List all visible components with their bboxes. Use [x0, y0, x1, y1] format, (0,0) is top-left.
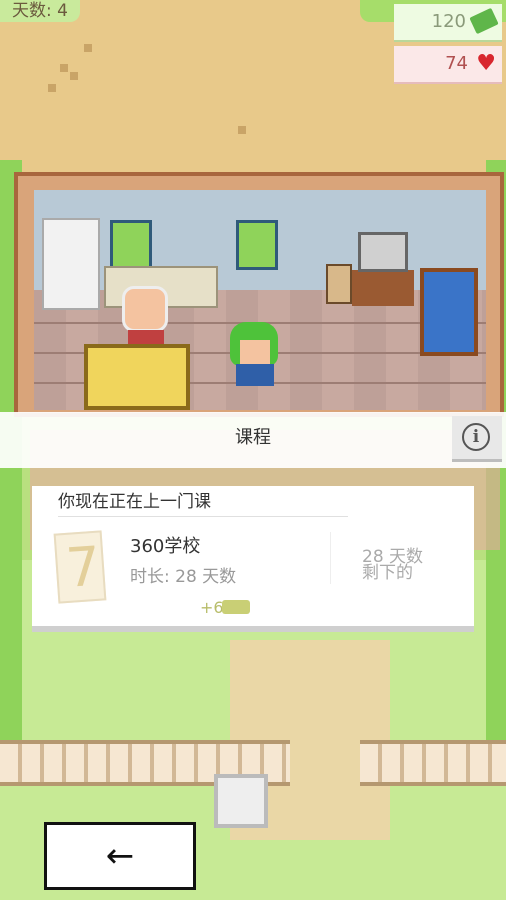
window	[236, 220, 278, 270]
fence-right	[360, 740, 506, 786]
player-body	[236, 364, 274, 386]
card-heading: 你现在正在上一门课	[58, 492, 211, 512]
health-display: 74 ♥	[394, 46, 502, 82]
money-icon	[469, 7, 499, 35]
money-display: 120	[394, 4, 502, 40]
window	[110, 220, 152, 270]
divider	[58, 516, 348, 517]
heart-icon: ♥	[476, 51, 496, 76]
gamepad-icon	[222, 600, 250, 614]
days-left-label: 剩下的	[362, 563, 413, 583]
table	[84, 344, 190, 410]
dirt-speck	[70, 72, 78, 80]
divider	[330, 532, 331, 584]
course-header: 课程 i	[0, 412, 506, 468]
fridge	[42, 218, 100, 310]
back-arrow-icon: ←	[105, 836, 135, 876]
school-name: 360学校	[130, 536, 201, 557]
document-icon: 7	[53, 530, 107, 604]
desk	[352, 270, 414, 306]
course-duration: 时长: 28 天数	[130, 567, 237, 587]
day-counter: 天数: 4	[0, 0, 80, 22]
money-value: 120	[431, 11, 466, 32]
bed	[420, 268, 478, 356]
teacher-npc[interactable]	[122, 286, 168, 332]
course-title: 课程	[235, 427, 271, 448]
health-value: 74	[445, 53, 468, 74]
dirt-speck	[238, 126, 246, 134]
cabinet	[326, 264, 352, 304]
info-icon: i	[462, 423, 490, 451]
document-icon-glyph: 7	[63, 534, 103, 600]
mailbox-sign[interactable]	[214, 774, 268, 828]
computer	[358, 232, 408, 272]
player-face	[240, 340, 270, 364]
current-course-card[interactable]: 你现在正在上一门课 7 360学校 时长: 28 天数 28 天数 剩下的 +6	[32, 486, 474, 632]
info-button[interactable]: i	[452, 416, 502, 462]
back-button[interactable]: ←	[44, 822, 196, 890]
dirt-speck	[60, 64, 68, 72]
dirt-speck	[48, 84, 56, 92]
dirt-speck	[84, 44, 92, 52]
reward-value: +6	[200, 598, 224, 617]
